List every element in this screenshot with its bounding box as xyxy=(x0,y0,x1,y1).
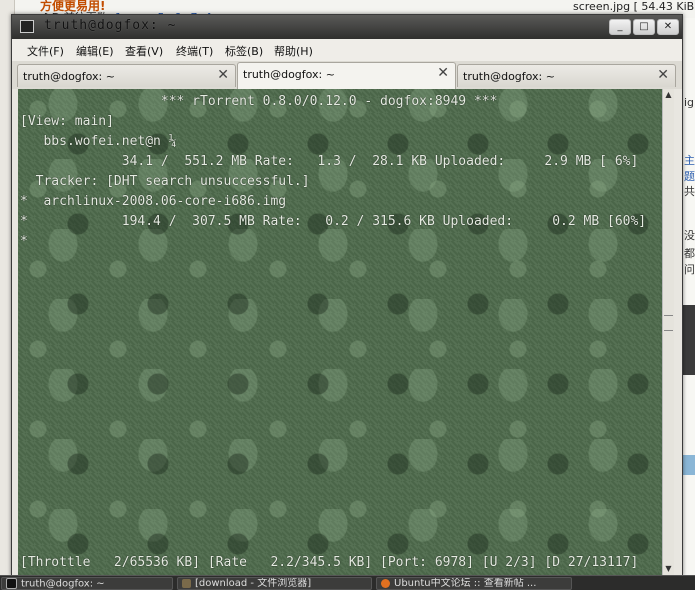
scrollbar-thumb[interactable] xyxy=(664,315,673,331)
taskbar-item-label: Ubuntu中文论坛 :: 查看新帖 ... xyxy=(394,578,537,589)
window-title: truth@dogfox: ~ xyxy=(44,18,177,33)
maximize-button[interactable]: □ xyxy=(633,19,655,35)
terminal-output[interactable]: *** rTorrent 0.8.0/0.12.0 - dogfox:8949 … xyxy=(18,89,662,575)
terminal-line: * xyxy=(20,234,28,249)
menu-view[interactable]: 查看(V) xyxy=(125,43,163,59)
firefox-icon xyxy=(381,578,390,588)
minimize-icon: _ xyxy=(617,21,623,32)
background-fragment: 没 xyxy=(684,229,695,242)
background-fragment[interactable]: 主题 xyxy=(684,152,695,184)
terminal-line: [View: main] xyxy=(20,114,114,129)
menu-help[interactable]: 帮助(H) xyxy=(274,43,313,59)
terminal-line: 34.1 / 551.2 MB Rate: 1.3 / 28.1 KB Uplo… xyxy=(20,154,639,169)
terminal-line: Tracker: [DHT search unsuccessful.] xyxy=(20,174,310,189)
tab-label: truth@dogfox: ~ xyxy=(23,70,115,83)
maximize-icon: □ xyxy=(639,21,649,32)
taskbar: truth@dogfox: ~ [download - 文件浏览器] Ubunt… xyxy=(0,575,695,590)
close-button[interactable]: ✕ xyxy=(657,19,679,35)
taskbar-item-terminal[interactable]: truth@dogfox: ~ xyxy=(1,577,173,590)
scroll-down-icon[interactable]: ▼ xyxy=(663,563,674,575)
scroll-up-icon[interactable]: ▲ xyxy=(663,89,674,101)
background-image-thumbnail xyxy=(683,455,695,475)
background-fragment: igl xyxy=(684,96,695,109)
terminal-line: * 194.4 / 307.5 MB Rate: 0.2 / 315.6 KB … xyxy=(20,214,647,229)
terminal-window: truth@dogfox: ~ _ □ ✕ 文件(F) 编辑(E) 查看(V) … xyxy=(11,14,683,576)
taskbar-item-label: [download - 文件浏览器] xyxy=(195,578,312,589)
tab-label: truth@dogfox: ~ xyxy=(463,70,555,83)
tab-bar: truth@dogfox: ~ ✕ truth@dogfox: ~ ✕ trut… xyxy=(12,61,682,89)
background-fragment: 都问 xyxy=(684,247,695,276)
taskbar-item-file-browser[interactable]: [download - 文件浏览器] xyxy=(177,577,372,590)
background-fragment: 共 xyxy=(684,185,695,198)
terminal-line: * archlinux-2008.06-core-i686.img xyxy=(20,194,287,209)
tab-terminal-1[interactable]: truth@dogfox: ~ ✕ xyxy=(17,64,236,87)
minimize-button[interactable]: _ xyxy=(609,19,631,35)
terminal-icon xyxy=(6,578,17,589)
background-right-edge xyxy=(683,0,695,575)
terminal-status-line: [Throttle 2/65536 KB] [Rate 2.2/345.5 KB… xyxy=(20,555,639,570)
close-icon: ✕ xyxy=(663,21,673,32)
tab-label: truth@dogfox: ~ xyxy=(243,68,335,81)
tab-close-icon[interactable]: ✕ xyxy=(657,68,669,82)
taskbar-item-label: truth@dogfox: ~ xyxy=(21,578,105,590)
tab-terminal-2[interactable]: truth@dogfox: ~ ✕ xyxy=(237,62,456,89)
tab-terminal-3[interactable]: truth@dogfox: ~ ✕ xyxy=(457,64,676,87)
terminal-header-line: *** rTorrent 0.8.0/0.12.0 - dogfox:8949 … xyxy=(20,94,498,109)
menu-tabs[interactable]: 标签(B) xyxy=(225,43,263,59)
taskbar-item-browser[interactable]: Ubuntu中文论坛 :: 查看新帖 ... xyxy=(376,577,572,590)
menu-file[interactable]: 文件(F) xyxy=(27,43,64,59)
background-image-thumbnail xyxy=(683,305,695,375)
tab-close-icon[interactable]: ✕ xyxy=(437,66,449,80)
terminal-scrollbar[interactable]: ▲ ▼ xyxy=(662,89,674,575)
folder-icon xyxy=(182,578,191,588)
menu-terminal[interactable]: 终端(T) xyxy=(176,43,213,59)
menubar: 文件(F) 编辑(E) 查看(V) 终端(T) 标签(B) 帮助(H) xyxy=(12,39,682,61)
tab-close-icon[interactable]: ✕ xyxy=(217,68,229,82)
terminal-icon[interactable] xyxy=(20,20,34,33)
window-titlebar[interactable]: truth@dogfox: ~ _ □ ✕ xyxy=(12,15,682,39)
terminal-line: bbs.wofei.net@n ¼ xyxy=(20,134,177,149)
menu-edit[interactable]: 编辑(E) xyxy=(76,43,114,59)
